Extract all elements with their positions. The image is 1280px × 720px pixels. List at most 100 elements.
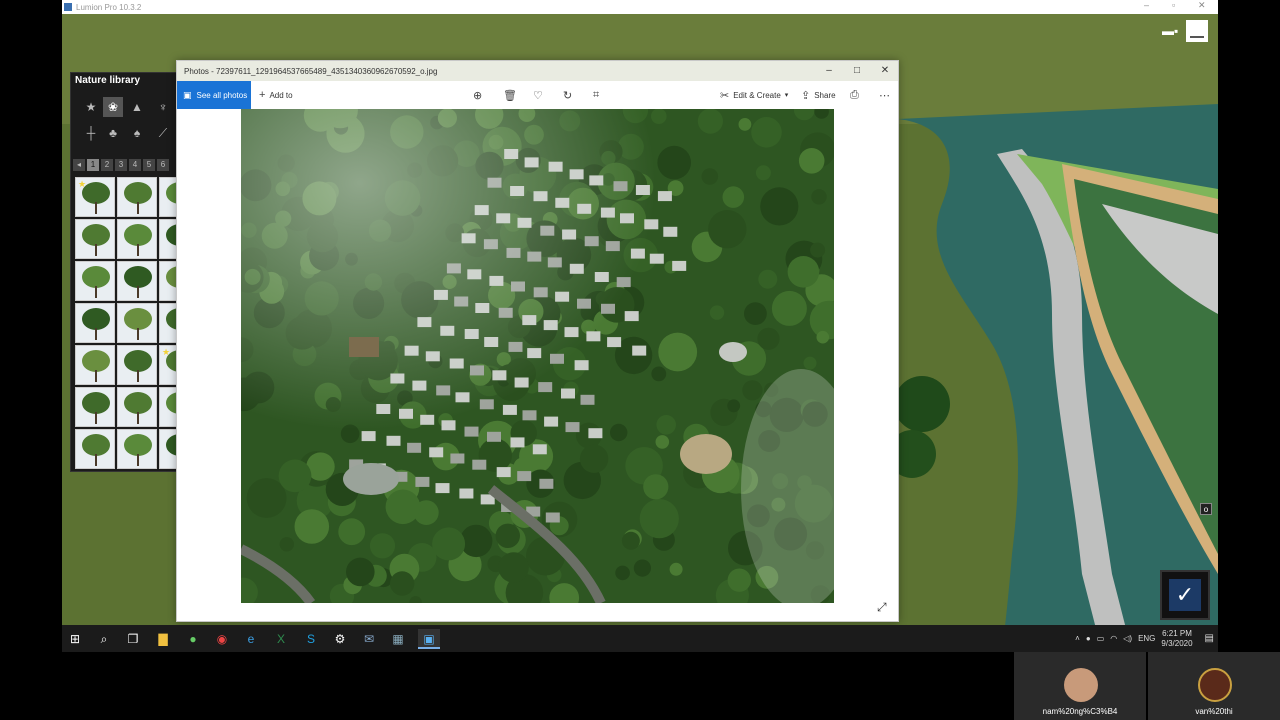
page-prev-icon[interactable]: ◂ [73, 159, 85, 171]
add-to-label: Add to [269, 90, 293, 100]
settings-gear-icon[interactable]: ⚙ [329, 629, 351, 649]
trunk-shape [95, 202, 97, 214]
tree-icon [124, 350, 152, 372]
participant-tile[interactable]: van%20thi [1148, 652, 1280, 720]
participant-name: nam%20ng%C3%B4 [1042, 707, 1118, 716]
page-2[interactable]: 2 [101, 159, 113, 171]
participant-tile[interactable]: nam%20ng%C3%B4 [1014, 652, 1146, 720]
edit-create-button[interactable]: ✂ Edit & Create ▾ [720, 87, 788, 103]
print-button[interactable]: ⎙ [850, 87, 859, 103]
app-green-icon[interactable]: ● [182, 629, 204, 649]
delete-button[interactable]: 🗑 [503, 87, 517, 103]
lumion-maximize-button[interactable]: ▫ [1172, 0, 1175, 10]
see-all-photos-button[interactable]: ▣ See all photos [177, 81, 251, 109]
object-mode-button[interactable]: o [1200, 503, 1212, 515]
lumion-app-icon [64, 3, 72, 11]
microphone-icon[interactable]: ● [1086, 634, 1091, 643]
page-4[interactable]: 4 [129, 159, 141, 171]
photo-viewer-image[interactable] [241, 109, 834, 603]
tree-thumbnail[interactable] [75, 219, 115, 259]
excel-icon[interactable]: X [270, 629, 292, 649]
favorites-star-icon[interactable]: ★ [81, 97, 101, 117]
trunk-shape [137, 286, 139, 298]
tree-thumbnail[interactable] [75, 303, 115, 343]
share-button[interactable]: ⇪ Share [801, 87, 836, 103]
volume-icon[interactable]: ◁) [1123, 634, 1132, 643]
photos-taskbar-icon[interactable]: ▣ [418, 629, 440, 649]
tree-thumbnail[interactable] [117, 177, 157, 217]
lumion-taskbar-icon[interactable]: ▦ [387, 629, 409, 649]
wifi-icon[interactable]: ◠ [1110, 634, 1117, 643]
network-icon[interactable]: ▭ [1097, 634, 1105, 643]
chevron-up-icon[interactable]: ˄ [1075, 634, 1080, 643]
page-1[interactable]: 1 [87, 159, 99, 171]
page-3[interactable]: 3 [115, 159, 127, 171]
trash-icon: 🗑 [503, 89, 517, 102]
task-view-icon[interactable]: ❐ [122, 629, 144, 649]
grass-category-icon[interactable]: ⟋ [153, 123, 173, 143]
aerial-village-render [241, 109, 834, 603]
tree-icon [124, 224, 152, 246]
trunk-shape [137, 370, 139, 382]
tree-thumbnail[interactable]: ★ [75, 177, 115, 217]
tree-thumbnail[interactable] [117, 261, 157, 301]
language-indicator[interactable]: ENG [1138, 634, 1155, 643]
edge-icon[interactable]: e [240, 629, 262, 649]
skype-icon[interactable]: S [300, 629, 322, 649]
system-tray: ˄ ● ▭ ◠ ◁) ENG 6:21 PM 9/3/2020 ▤ [1075, 625, 1214, 652]
tree-thumbnail[interactable] [117, 219, 157, 259]
camera-icon[interactable]: ▬▪ [1162, 24, 1178, 38]
rotate-button[interactable]: ↻ [563, 87, 572, 103]
confirm-button[interactable]: ✓ [1160, 570, 1210, 620]
trunk-shape [95, 328, 97, 340]
bush-category-icon[interactable]: ♣ [103, 123, 123, 143]
view-mode-button[interactable] [1186, 20, 1208, 42]
lumion-minimize-button[interactable]: – [1144, 0, 1149, 10]
photos-window: Photos - 72397611_1291964537665489_43513… [176, 60, 899, 622]
photos-maximize-button[interactable]: □ [850, 64, 864, 78]
zoom-button[interactable]: ⊕ [473, 87, 482, 103]
checkmark-icon: ✓ [1169, 579, 1201, 611]
trunk-shape [137, 244, 139, 256]
trunk-shape [95, 454, 97, 466]
expand-icon[interactable]: ⤢ [877, 600, 887, 615]
tree-thumbnail[interactable] [117, 429, 157, 469]
photos-icon: ▣ [183, 89, 192, 100]
tree-thumbnail[interactable] [75, 387, 115, 427]
leaf-category-icon[interactable]: ❀ [103, 97, 123, 117]
file-explorer-icon[interactable]: ▇ [152, 629, 174, 649]
add-to-button[interactable]: + Add to [259, 87, 293, 103]
tree-thumbnail[interactable] [75, 345, 115, 385]
page-6[interactable]: 6 [157, 159, 169, 171]
tree-thumbnail[interactable] [117, 345, 157, 385]
search-icon[interactable]: ⌕ [93, 629, 115, 649]
start-button[interactable]: ⊞ [64, 629, 86, 649]
tree-thumbnail[interactable] [117, 303, 157, 343]
tree-thumbnail[interactable] [75, 261, 115, 301]
chrome-icon[interactable]: ◉ [211, 629, 233, 649]
photos-minimize-button[interactable]: – [822, 64, 836, 78]
cactus-category-icon[interactable]: ┼ [81, 123, 101, 143]
notification-icon[interactable]: ▤ [1205, 633, 1214, 644]
mail-icon[interactable]: ✉ [358, 629, 380, 649]
trunk-shape [95, 370, 97, 382]
photos-title: Photos - 72397611_1291964537665489_43513… [184, 66, 438, 76]
conifer-category-icon[interactable]: ▲ [127, 97, 147, 117]
edit-create-label: Edit & Create [733, 90, 781, 100]
clock-date: 9/3/2020 [1161, 638, 1193, 648]
photos-close-button[interactable]: ✕ [878, 64, 892, 78]
trunk-shape [137, 328, 139, 340]
chevron-down-icon: ▾ [784, 92, 789, 99]
more-options-button[interactable]: ⋯ [879, 87, 890, 103]
flower-category-icon[interactable]: ♠ [127, 123, 147, 143]
palm-category-icon[interactable]: ♆ [153, 97, 173, 117]
tree-thumbnail[interactable] [75, 429, 115, 469]
favorite-button[interactable]: ♡ [533, 87, 543, 103]
tree-thumbnail[interactable] [117, 387, 157, 427]
crop-button[interactable]: ⌗ [593, 87, 599, 103]
trunk-shape [137, 454, 139, 466]
clock[interactable]: 6:21 PM 9/3/2020 [1161, 629, 1192, 649]
lumion-close-button[interactable]: ✕ [1198, 0, 1206, 11]
page-5[interactable]: 5 [143, 159, 155, 171]
share-icon: ⇪ [801, 89, 811, 102]
